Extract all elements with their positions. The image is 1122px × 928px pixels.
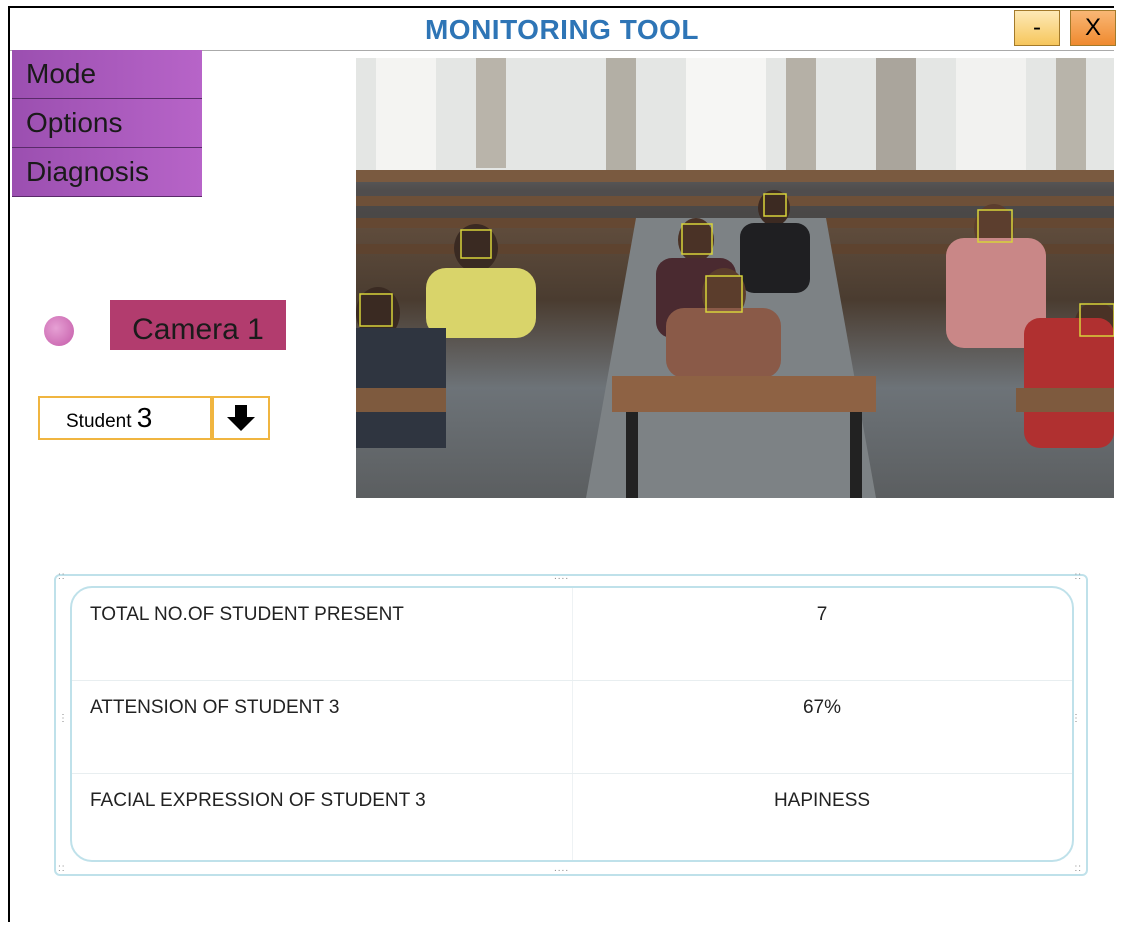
student-select-prefix: Student bbox=[66, 411, 132, 432]
close-button[interactable]: X bbox=[1070, 10, 1116, 46]
arrow-down-icon bbox=[227, 405, 255, 431]
row-value: 67% bbox=[802, 697, 842, 718]
resize-handle-bottom-right[interactable]: :: bbox=[1074, 864, 1082, 874]
stats-table: TOTAL NO.OF STUDENT PRESENT 7 ATTENSION … bbox=[70, 586, 1074, 862]
monitoring-window: MONITORING TOOL - X Mode Options Diagnos… bbox=[8, 6, 1116, 922]
classroom-image bbox=[356, 58, 1114, 498]
table-row: TOTAL NO.OF STUDENT PRESENT 7 bbox=[72, 588, 1072, 680]
row-value: HAPINESS bbox=[773, 790, 871, 811]
resize-handle-top[interactable]: .... bbox=[554, 572, 569, 582]
menu-item-mode[interactable]: Mode bbox=[12, 50, 202, 99]
student-dropdown-button[interactable] bbox=[212, 396, 270, 440]
row-label: ATTENSION OF STUDENT 3 bbox=[90, 697, 340, 718]
row-value: 7 bbox=[816, 604, 828, 625]
table-row: ATTENSION OF STUDENT 3 67% bbox=[72, 681, 1072, 773]
stats-panel: .... .... :: :: :: :: ⋮ ⋮ TOTAL NO.OF ST… bbox=[54, 572, 1088, 876]
resize-handle-top-left[interactable]: :: bbox=[58, 572, 66, 582]
camera-feed-image bbox=[356, 58, 1114, 498]
student-select-number: 3 bbox=[136, 402, 153, 433]
side-menu: Mode Options Diagnosis bbox=[12, 50, 202, 197]
table-row: FACIAL EXPRESSION OF STUDENT 3 HAPINESS bbox=[72, 774, 1072, 866]
title-bar: MONITORING TOOL - X bbox=[10, 8, 1116, 51]
menu-item-options[interactable]: Options bbox=[12, 99, 202, 148]
minimize-button[interactable]: - bbox=[1014, 10, 1060, 46]
row-label: TOTAL NO.OF STUDENT PRESENT bbox=[90, 604, 404, 625]
window-title: MONITORING TOOL bbox=[424, 14, 700, 45]
camera-indicator-dot bbox=[44, 316, 74, 346]
resize-handle-left[interactable]: ⋮ bbox=[58, 714, 69, 724]
resize-handle-bottom-left[interactable]: :: bbox=[58, 864, 66, 874]
camera-1-button[interactable]: Camera 1 bbox=[110, 300, 286, 350]
menu-item-diagnosis[interactable]: Diagnosis bbox=[12, 148, 202, 197]
resize-handle-top-right[interactable]: :: bbox=[1074, 572, 1082, 582]
student-select[interactable]: Student 3 bbox=[38, 396, 212, 440]
resize-handle-bottom[interactable]: .... bbox=[554, 864, 569, 874]
row-label: FACIAL EXPRESSION OF STUDENT 3 bbox=[90, 790, 426, 811]
